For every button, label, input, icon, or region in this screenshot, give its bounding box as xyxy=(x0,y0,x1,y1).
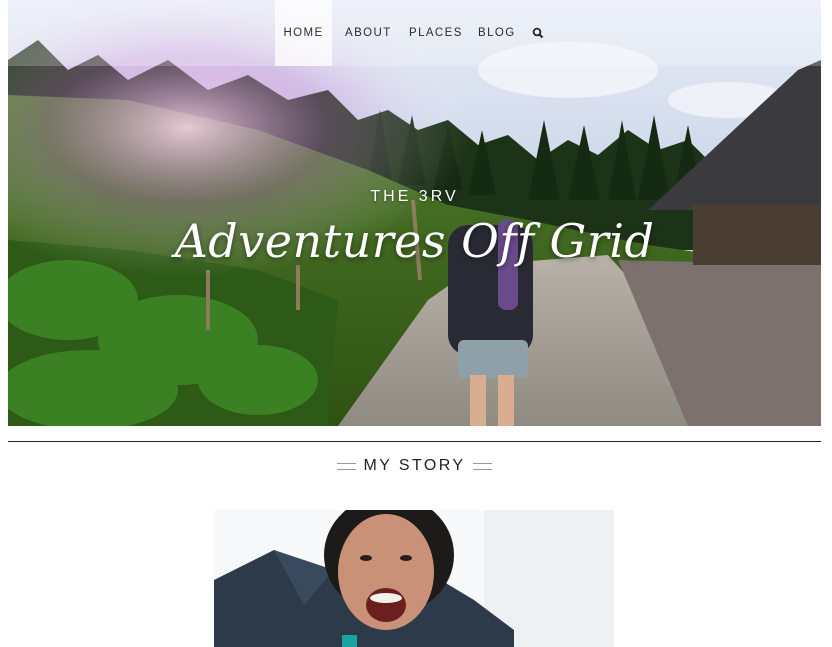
my-story-heading: MY STORY xyxy=(8,455,821,477)
nav-about[interactable]: ABOUT xyxy=(345,0,392,66)
heading-dash-left xyxy=(336,462,356,470)
section-divider xyxy=(8,441,821,442)
site-title[interactable]: Adventures Off Grid xyxy=(8,214,821,268)
nav-blog[interactable]: BLOG xyxy=(478,0,516,66)
section-title: MY STORY xyxy=(363,457,466,474)
search-button[interactable] xyxy=(532,0,552,66)
story-photo xyxy=(214,510,614,647)
nav-home[interactable]: HOME xyxy=(275,0,332,66)
nav-places[interactable]: PLACES xyxy=(409,0,463,66)
search-icon xyxy=(532,27,544,39)
portrait-image xyxy=(214,510,614,647)
site-kicker: THE 3RV xyxy=(370,188,459,205)
heading-dash-right xyxy=(473,462,493,470)
top-nav: HOME ABOUT PLACES BLOG xyxy=(8,0,821,66)
